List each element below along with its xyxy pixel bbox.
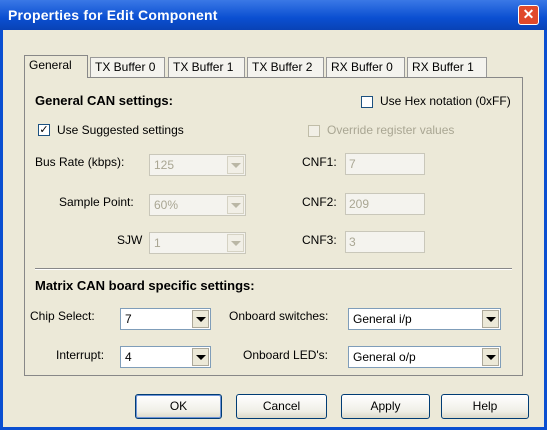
sjw-value: 1 bbox=[154, 236, 161, 250]
bus-rate-label: Bus Rate (kbps): bbox=[35, 155, 125, 169]
chevron-down-icon bbox=[227, 196, 244, 214]
chevron-down-icon bbox=[482, 348, 499, 366]
sjw-select[interactable]: 1 bbox=[149, 232, 246, 254]
cancel-button[interactable]: Cancel bbox=[236, 394, 327, 419]
onboard-leds-value: General o/p bbox=[353, 350, 416, 364]
onboard-switches-label: Onboard switches: bbox=[229, 309, 329, 323]
cnf1-field[interactable]: 7 bbox=[345, 153, 425, 175]
interrupt-value: 4 bbox=[125, 350, 132, 364]
onboard-switches-value: General i/p bbox=[353, 312, 412, 326]
chip-select-select[interactable]: 7 bbox=[120, 308, 211, 330]
chip-select-label: Chip Select: bbox=[30, 309, 95, 323]
cnf2-label: CNF2: bbox=[302, 195, 337, 209]
use-suggested-label: Use Suggested settings bbox=[57, 123, 184, 137]
use-hex-label: Use Hex notation (0xFF) bbox=[380, 94, 511, 108]
chip-select-value: 7 bbox=[125, 312, 132, 326]
help-button[interactable]: Help bbox=[441, 394, 529, 419]
apply-button[interactable]: Apply bbox=[341, 394, 430, 419]
override-register-label: Override register values bbox=[327, 123, 455, 137]
cnf3-label: CNF3: bbox=[302, 233, 337, 247]
sample-point-value: 60% bbox=[154, 198, 179, 212]
chevron-down-icon bbox=[482, 310, 499, 328]
onboard-switches-select[interactable]: General i/p bbox=[348, 308, 501, 330]
chevron-down-icon bbox=[192, 348, 209, 366]
sample-point-select[interactable]: 60% bbox=[149, 194, 246, 216]
bus-rate-select[interactable]: 125 bbox=[149, 154, 246, 176]
cnf2-field[interactable]: 209 bbox=[345, 193, 425, 215]
tab-tx-buffer-0[interactable]: TX Buffer 0 bbox=[90, 57, 165, 77]
cnf3-field[interactable]: 3 bbox=[345, 231, 425, 253]
interrupt-select[interactable]: 4 bbox=[120, 346, 211, 368]
tab-rx-buffer-1[interactable]: RX Buffer 1 bbox=[407, 57, 487, 77]
tab-tx-buffer-2[interactable]: TX Buffer 2 bbox=[247, 57, 324, 77]
cnf2-value: 209 bbox=[349, 197, 370, 211]
cnf3-value: 3 bbox=[349, 235, 356, 249]
onboard-leds-select[interactable]: General o/p bbox=[348, 346, 501, 368]
cnf1-label: CNF1: bbox=[302, 155, 337, 169]
use-hex-checkbox[interactable] bbox=[361, 96, 373, 108]
ok-button[interactable]: OK bbox=[135, 394, 222, 419]
window-title: Properties for Edit Component bbox=[8, 7, 218, 23]
cnf1-value: 7 bbox=[349, 157, 356, 171]
chevron-down-icon bbox=[192, 310, 209, 328]
use-suggested-checkbox[interactable]: ✓ bbox=[38, 124, 50, 136]
title-bar: Properties for Edit Component ✕ bbox=[0, 0, 547, 30]
section-divider bbox=[35, 268, 512, 270]
override-register-checkbox[interactable] bbox=[308, 125, 320, 137]
close-icon[interactable]: ✕ bbox=[518, 5, 539, 25]
bus-rate-value: 125 bbox=[154, 158, 175, 172]
tab-general[interactable]: General bbox=[24, 55, 88, 78]
tab-rx-buffer-0[interactable]: RX Buffer 0 bbox=[326, 57, 405, 77]
interrupt-label: Interrupt: bbox=[56, 348, 105, 362]
sample-point-label: Sample Point: bbox=[59, 195, 134, 209]
general-can-settings-heading: General CAN settings: bbox=[35, 93, 173, 108]
tab-tx-buffer-1[interactable]: TX Buffer 1 bbox=[168, 57, 245, 77]
sjw-label: SJW bbox=[117, 233, 143, 247]
onboard-leds-label: Onboard LED's: bbox=[243, 348, 329, 362]
chevron-down-icon bbox=[227, 156, 244, 174]
general-tab-panel: General CAN settings: Use Hex notation (… bbox=[24, 77, 523, 376]
chevron-down-icon bbox=[227, 234, 244, 252]
matrix-can-settings-heading: Matrix CAN board specific settings: bbox=[35, 278, 255, 293]
